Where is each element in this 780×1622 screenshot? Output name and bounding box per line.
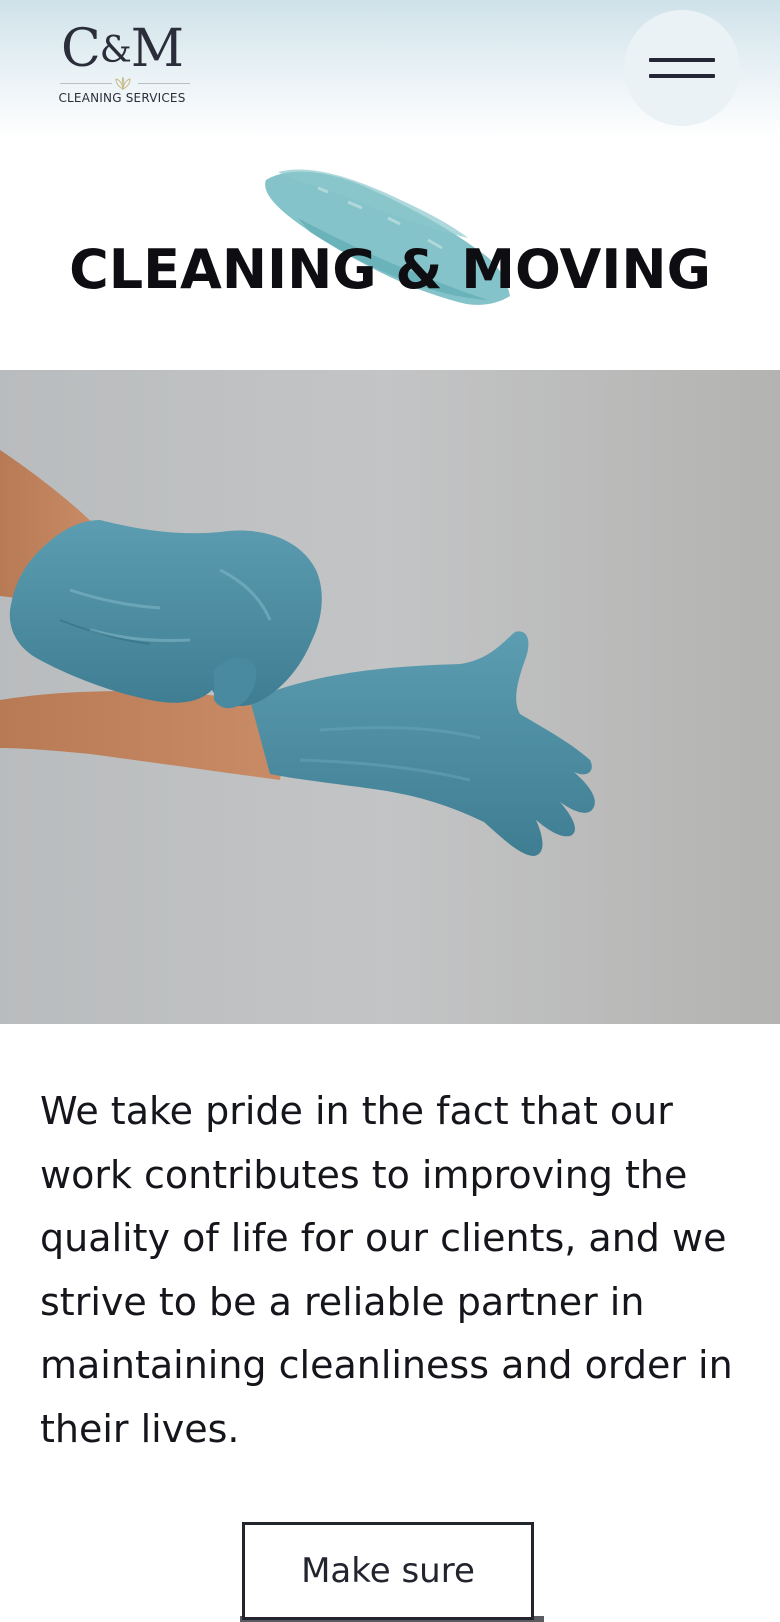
logo-divider-right — [138, 83, 190, 84]
logo-subtitle: CLEANING SERVICES — [58, 91, 186, 105]
logo-letter-c: C — [60, 19, 101, 79]
make-sure-button[interactable]: Make sure — [242, 1522, 534, 1620]
logo-mark: C&M — [52, 20, 192, 80]
header: C&M CLEANING SERVICES — [0, 0, 780, 140]
logo-divider-left — [60, 83, 112, 84]
logo-ampersand: & — [99, 30, 132, 71]
menu-button[interactable] — [624, 10, 740, 126]
logo-letter-m: M — [130, 19, 184, 79]
title-section: CLEANING & MOVING — [0, 150, 780, 340]
menu-bar-bottom — [649, 74, 715, 78]
page-title: CLEANING & MOVING — [69, 238, 711, 301]
leaf-icon — [115, 76, 131, 90]
gloved-hands-illustration — [0, 370, 780, 1024]
logo[interactable]: C&M CLEANING SERVICES — [52, 20, 192, 116]
logo-divider — [52, 76, 192, 90]
intro-paragraph: We take pride in the fact that our work … — [40, 1089, 733, 1451]
page: C&M CLEANING SERVICES CLEANING & MOVING … — [0, 0, 780, 1622]
hero-image — [0, 370, 780, 1024]
menu-bar-top — [649, 58, 715, 62]
